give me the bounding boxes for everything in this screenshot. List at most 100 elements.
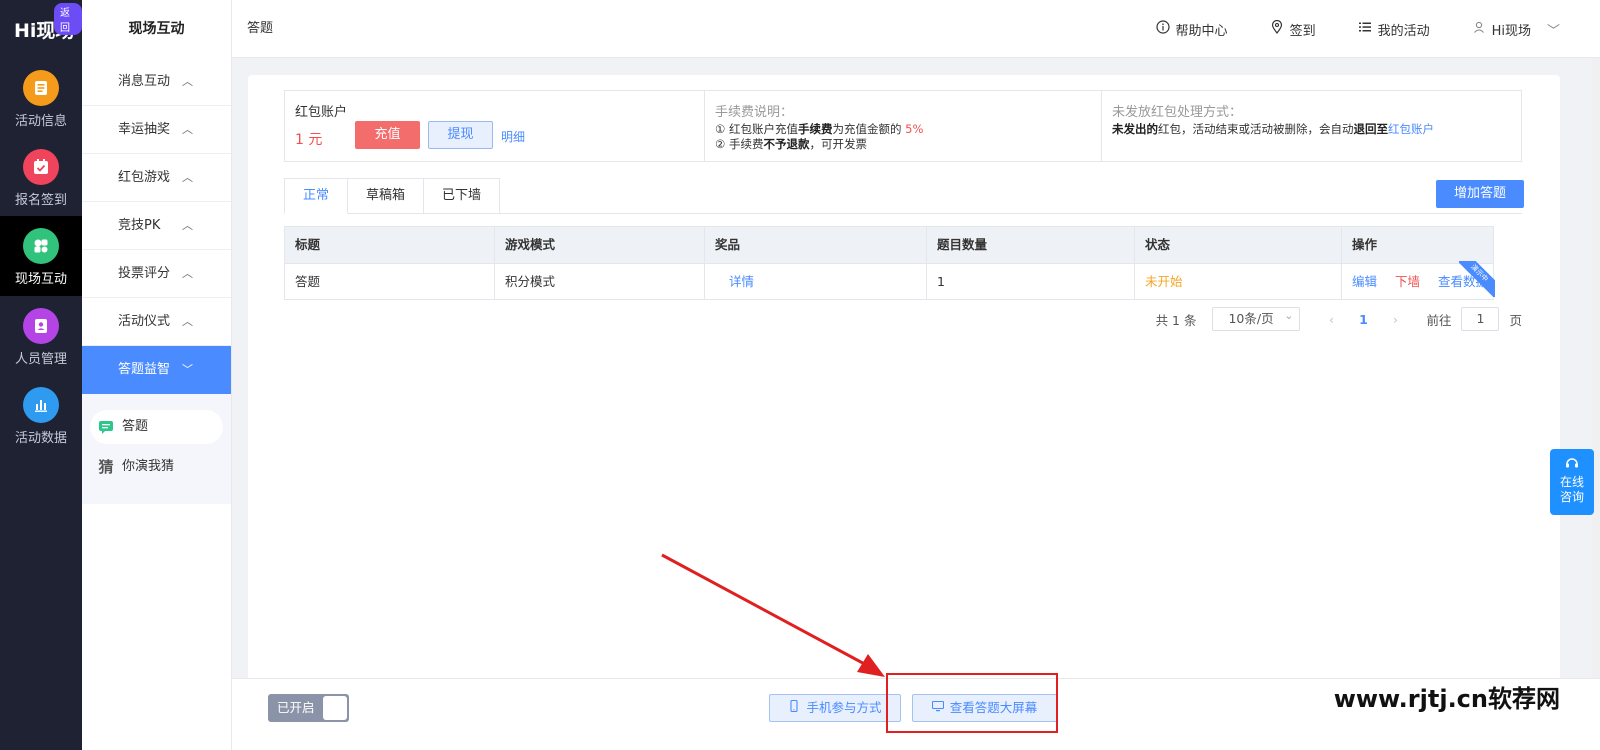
sidebar-item-quiz[interactable]: 答题益智 ﹀ (82, 346, 231, 394)
chevron-up-icon: ︿ (182, 315, 193, 328)
phone-icon (788, 695, 800, 721)
chevron-up-icon: ︿ (182, 267, 193, 280)
bottom-bar: 已开启 手机参与方式 查看答题大屏幕 www.rjtj.cn软荐网 (232, 673, 1600, 750)
menu-label: 幸运抽奖 (118, 122, 171, 137)
tab-draft[interactable]: 草稿箱 (348, 178, 425, 214)
sidebar-item-redpacket[interactable]: 红包游戏 ︿ (82, 154, 231, 202)
unsent-text: 红包，活动结束或活动被删除，会自动 (1158, 122, 1354, 136)
cell-count: 1 (927, 264, 1135, 299)
edit-link[interactable]: 编辑 (1352, 274, 1377, 289)
unsent-text-bold: 退回至 (1353, 122, 1389, 136)
fee-rate: 5% (905, 122, 924, 136)
page-size-select[interactable]: 10条/页 (1212, 305, 1301, 331)
rail-item-live-interaction[interactable]: 现场互动 (0, 216, 82, 296)
help-label: 帮助中心 (1175, 23, 1228, 39)
help-center-link[interactable]: 帮助中心 (1155, 20, 1228, 39)
menu-label: 活动仪式 (118, 314, 171, 329)
consult-text: 咨询 (1559, 490, 1584, 504)
ribbon-text: 演示中 (1459, 261, 1495, 297)
user-menu[interactable]: Hi现场 ﹀ (1472, 20, 1560, 39)
chevron-up-icon: ︿ (182, 219, 193, 232)
calendar-check-icon (23, 149, 59, 185)
total-count: 共 1 条 (1155, 312, 1197, 328)
fee-text: ，可开发票 (809, 137, 867, 151)
my-activity-label: 我的活动 (1377, 23, 1430, 39)
rail-item-signup[interactable]: 报名签到 (0, 143, 82, 223)
fee-text: 为充值金额的 (832, 122, 906, 136)
next-page-icon[interactable]: › (1384, 312, 1406, 327)
headset-icon (1550, 455, 1594, 475)
cell-title: 答题 (285, 264, 495, 299)
highlight-box (886, 673, 1058, 733)
fee-line-2: ② 手续费不予退款，可开发票 (715, 137, 1091, 152)
prev-page-icon[interactable]: ‹ (1320, 312, 1342, 327)
rail-item-activity-info[interactable]: 活动信息 (0, 64, 82, 144)
sidebar-item-pk[interactable]: 竞技PK ︿ (82, 202, 231, 250)
top-bar: 答题 帮助中心 签到 我的活动 Hi现场 ﹀ (232, 0, 1600, 58)
menu-label: 投票评分 (118, 266, 171, 281)
pagination: 共 1 条 10条/页 ‹ 1 › 前往 1 页 (1155, 305, 1522, 331)
online-consult-button[interactable]: 在线 咨询 (1550, 449, 1594, 515)
chevron-down-icon: ﹀ (1546, 23, 1560, 39)
fee-title: 手续费说明： (715, 105, 794, 120)
user-icon (1472, 20, 1486, 38)
sub-item-guess[interactable]: 猜 你演我猜 (90, 450, 223, 484)
checkin-link[interactable]: 签到 (1270, 19, 1316, 39)
remove-from-wall-link[interactable]: 下墙 (1395, 274, 1420, 289)
column-header: 状态 (1135, 227, 1342, 263)
rail-item-label: 活动信息 (14, 114, 67, 129)
account-info-bar: 红包账户 1 元 充值 提现 明细 手续费说明： ① 红包账户充值手续费为充值金… (284, 90, 1522, 162)
fee-text: ② 手续费 (715, 137, 764, 151)
document-icon (23, 70, 59, 106)
redpacket-account: 红包账户 1 元 充值 提现 明细 (285, 91, 705, 161)
menu-label: 答题益智 (118, 362, 171, 377)
chevron-up-icon: ︿ (182, 171, 193, 184)
sub-menu: 答题 猜 你演我猜 (82, 394, 231, 504)
rail-item-label: 人员管理 (14, 352, 67, 367)
cell-status: 未开始 (1135, 264, 1342, 299)
toggle-knob (323, 696, 347, 720)
sidebar-item-message[interactable]: 消息互动 ︿ (82, 58, 231, 106)
enable-toggle[interactable]: 已开启 (268, 694, 349, 722)
back-badge[interactable]: 返回 (54, 3, 82, 35)
tab-normal[interactable]: 正常 (284, 178, 349, 214)
mobile-button-label: 手机参与方式 (806, 700, 882, 715)
column-header: 题目数量 (927, 227, 1135, 263)
my-activity-link[interactable]: 我的活动 (1358, 20, 1430, 39)
detail-link[interactable]: 明细 (501, 128, 525, 145)
sub-item-quiz[interactable]: 答题 (90, 410, 223, 444)
demo-ribbon: 演示中 (1459, 261, 1495, 297)
interact-icon (23, 228, 59, 264)
tab-removed[interactable]: 已下墙 (424, 178, 501, 214)
recharge-button[interactable]: 充值 (355, 121, 420, 149)
prize-detail-link[interactable]: 详情 (729, 274, 754, 289)
page-scrollbar[interactable] (1592, 58, 1600, 678)
guess-char-icon: 猜 (98, 458, 114, 476)
add-quiz-button[interactable]: 增加答题 (1436, 180, 1524, 208)
rail-item-data[interactable]: 活动数据 (0, 381, 82, 461)
chevron-down-icon: ﹀ (182, 363, 193, 376)
rail-item-people[interactable]: 人员管理 (0, 302, 82, 382)
cell-prize: 详情 (705, 264, 927, 299)
table-header: 标题 游戏模式 奖品 题目数量 状态 操作 (285, 227, 1493, 263)
mobile-participation-button[interactable]: 手机参与方式 (769, 694, 901, 722)
withdraw-button[interactable]: 提现 (428, 121, 493, 149)
fee-explanation: 手续费说明： ① 红包账户充值手续费为充值金额的 5% ② 手续费不予退款，可开… (705, 91, 1102, 161)
sidebar-item-ceremony[interactable]: 活动仪式 ︿ (82, 298, 231, 346)
account-amount: 1 元 (295, 132, 323, 148)
goto-page-input[interactable]: 1 (1461, 307, 1500, 331)
rail-item-label: 现场互动 (14, 272, 67, 287)
chat-bubble-icon (98, 419, 114, 435)
current-page[interactable]: 1 (1352, 312, 1374, 327)
unsent-line: 未发出的红包，活动结束或活动被删除，会自动退回至红包账户 (1112, 122, 1511, 137)
sidebar-item-lottery[interactable]: 幸运抽奖 ︿ (82, 106, 231, 154)
rail-item-label: 报名签到 (14, 193, 67, 208)
person-card-icon (23, 308, 59, 344)
redpacket-account-link[interactable]: 红包账户 (1388, 122, 1434, 136)
sidebar-title: 现场互动 (128, 21, 185, 37)
unsent-title: 未发放红包处理方式： (1112, 105, 1243, 120)
list-icon (1358, 20, 1372, 38)
sidebar-item-vote[interactable]: 投票评分 ︿ (82, 250, 231, 298)
fee-line-1: ① 红包账户充值手续费为充值金额的 5% (715, 122, 1091, 137)
rail-item-label: 活动数据 (14, 431, 67, 446)
